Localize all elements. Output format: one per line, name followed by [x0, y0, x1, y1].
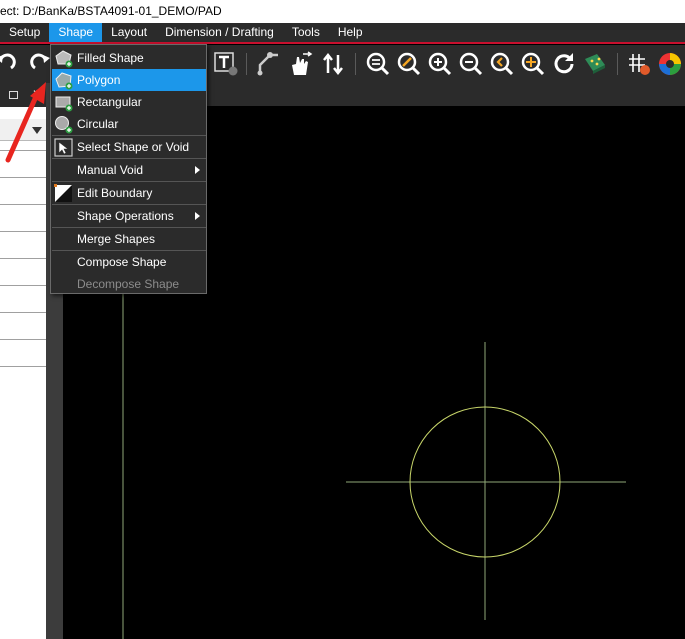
menu-item-decompose-shape: Decompose Shape [52, 273, 206, 295]
menu-item-label: Merge Shapes [77, 232, 156, 246]
grid-icon[interactable] [626, 50, 652, 78]
panel-row-divider [0, 231, 46, 232]
route-icon[interactable] [256, 50, 282, 78]
menu-item-edit-boundary[interactable]: Edit Boundary [52, 182, 206, 204]
zoom-world-icon[interactable] [365, 50, 391, 78]
menu-tools[interactable]: Tools [283, 23, 329, 42]
menu-setup[interactable]: Setup [0, 23, 49, 42]
filled-shape-icon [55, 50, 73, 68]
menu-item-circular[interactable]: Circular [52, 113, 206, 135]
menu-dimension-drafting[interactable]: Dimension / Drafting [156, 23, 283, 42]
text-icon[interactable] [213, 50, 239, 78]
menu-item-label: Circular [77, 117, 119, 131]
panel-row-divider [0, 366, 46, 367]
zoom-center-icon[interactable] [520, 50, 546, 78]
menu-item-label: Manual Void [77, 163, 144, 177]
edit-boundary-icon [54, 184, 72, 202]
zoom-out-icon[interactable] [458, 50, 484, 78]
menu-item-filled-shape[interactable]: Filled Shape [52, 47, 206, 69]
menu-item-compose-shape[interactable]: Compose Shape [52, 251, 206, 273]
panel-row-divider [0, 258, 46, 259]
menu-item-label: Decompose Shape [77, 277, 180, 291]
refresh-icon[interactable] [551, 50, 577, 78]
submenu-arrow-icon [195, 212, 200, 220]
menu-item-label: Rectangular [77, 95, 142, 109]
menu-item-label: Compose Shape [77, 255, 167, 269]
panel-row-divider [0, 204, 46, 205]
menu-item-rectangular[interactable]: Rectangular [52, 91, 206, 113]
menu-item-label: Edit Boundary [77, 186, 153, 200]
menu-item-select-shape-or-void[interactable]: Select Shape or Void [52, 136, 206, 158]
panel-row-divider [0, 285, 46, 286]
submenu-arrow-icon [195, 166, 200, 174]
menu-item-label: Shape Operations [77, 209, 174, 223]
zoom-previous-icon[interactable] [489, 50, 515, 78]
shape-menu: Filled Shape Polygon Rectangular Circula… [50, 44, 207, 294]
menu-item-label: Filled Shape [77, 51, 144, 65]
annotation-arrow [5, 82, 46, 163]
panel-row-divider [0, 312, 46, 313]
menu-bar: Setup Shape Layout Dimension / Drafting … [0, 23, 685, 44]
menu-item-merge-shapes[interactable]: Merge Shapes [52, 228, 206, 250]
swap-icon[interactable] [320, 50, 346, 78]
zoom-in-icon[interactable] [427, 50, 453, 78]
slide-icon[interactable] [287, 50, 313, 78]
menu-shape[interactable]: Shape [49, 23, 103, 42]
menu-item-shape-operations[interactable]: Shape Operations [52, 205, 206, 227]
panel-row-divider [0, 177, 46, 178]
color-icon[interactable] [657, 50, 683, 78]
board-3d-icon[interactable] [582, 50, 608, 78]
menu-layout[interactable]: Layout [102, 23, 156, 42]
menu-item-polygon[interactable]: Polygon [52, 69, 206, 91]
menu-item-label: Polygon [77, 73, 121, 87]
menu-item-label: Select Shape or Void [77, 140, 190, 154]
menu-help[interactable]: Help [329, 23, 372, 42]
menu-item-manual-void[interactable]: Manual Void [52, 159, 206, 181]
window-title: ect: D:/BanKa/BSTA4091-01_DEMO/PAD [0, 0, 685, 23]
zoom-fit-icon[interactable] [396, 50, 422, 78]
panel-row-divider [0, 339, 46, 340]
